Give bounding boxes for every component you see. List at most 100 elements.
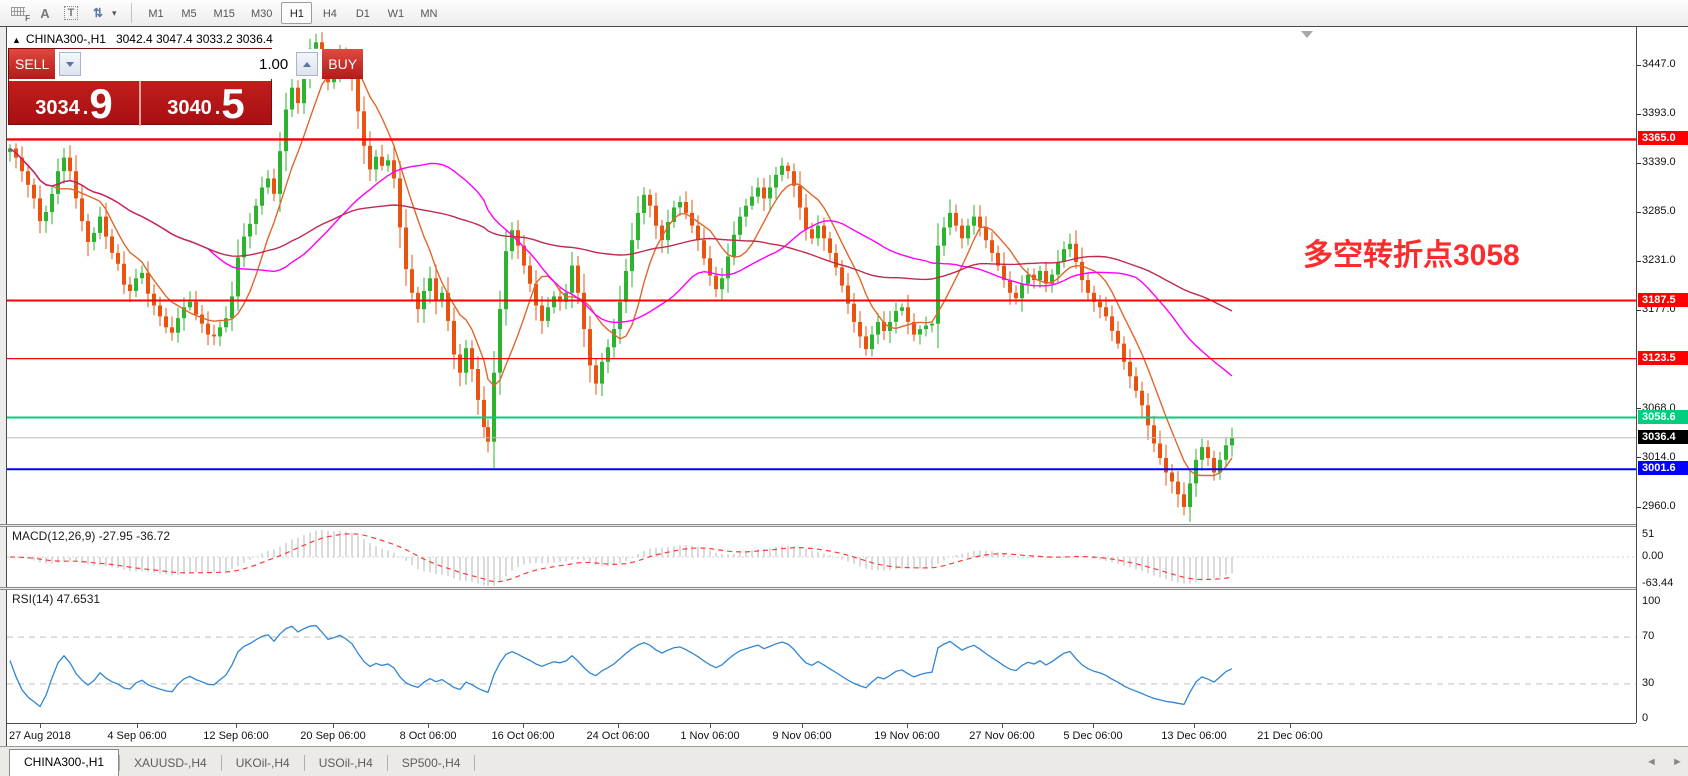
date-label: 16 Oct 06:00 — [492, 730, 555, 742]
timeframe-button-h1[interactable]: H1 — [281, 2, 312, 24]
price-tick-label: 3285.0 — [1642, 205, 1676, 217]
date-tick-mark — [236, 724, 237, 728]
date-label: 24 Oct 06:00 — [587, 730, 650, 742]
volume-input[interactable] — [83, 49, 294, 79]
toolbar-separator — [131, 3, 132, 23]
timeframe-button-h4[interactable]: H4 — [314, 2, 345, 24]
timeframe-button-mn[interactable]: MN — [413, 2, 444, 24]
price-tick-label: 3339.0 — [1642, 156, 1676, 168]
mt4-window: F A T ⇅ ▾ M1M5M15M30H1H4D1W1MN ▲ CHINA300… — [0, 0, 1688, 776]
date-label: 19 Nov 06:00 — [874, 730, 939, 742]
rsi-label: RSI(14) 47.6531 — [12, 592, 100, 606]
text-label-icon[interactable]: A — [32, 2, 58, 24]
rsi-tick-label: 70 — [1642, 630, 1654, 642]
axis-tick-mark — [1637, 310, 1641, 311]
date-label: 5 Dec 06:00 — [1063, 730, 1122, 742]
axis-tick-mark — [1637, 261, 1641, 262]
date-label: 27 Nov 06:00 — [969, 730, 1034, 742]
axis-tick-mark — [1637, 65, 1641, 66]
crosshair-grid-icon[interactable]: F — [6, 2, 32, 24]
tab-xauusd-h4[interactable]: XAUUSD-,H4 — [120, 752, 221, 776]
caret-up-icon — [303, 62, 311, 67]
tab-ukoil-h4[interactable]: UKOil-,H4 — [222, 752, 304, 776]
window-border-left — [0, 27, 7, 746]
chart-title: ▲CHINA300-,H13042.4 3047.4 3033.2 3036.4 — [12, 32, 273, 46]
toolbar: F A T ⇅ ▾ M1M5M15M30H1H4D1W1MN — [0, 0, 1688, 26]
macd-histogram — [10, 530, 1232, 586]
tab-scroll-left-icon[interactable]: ◄ — [1646, 756, 1657, 768]
date-tick-mark — [710, 724, 711, 728]
price-tick-label: 3231.0 — [1642, 254, 1676, 266]
chart-annotation[interactable]: 多空转折点3058 — [1303, 230, 1520, 274]
date-label: 20 Sep 06:00 — [300, 730, 365, 742]
rsi-value: 47.6531 — [57, 592, 100, 606]
arrange-objects-icon[interactable]: ⇅ — [84, 2, 110, 24]
macd-values: -27.95 -36.72 — [99, 529, 170, 543]
date-tick-mark — [428, 724, 429, 728]
rsi-tick-label: 0 — [1642, 712, 1648, 724]
rsi-panel[interactable] — [7, 590, 1636, 723]
tab-separator — [474, 755, 475, 771]
timeframe-button-m30[interactable]: M30 — [244, 2, 279, 24]
volume-decrease-button[interactable] — [59, 52, 81, 76]
price-tick-label: 3393.0 — [1642, 107, 1676, 119]
axis-tick-mark — [1637, 507, 1641, 508]
date-tick-mark — [333, 724, 334, 728]
date-tick-mark — [40, 724, 41, 728]
timeframe-button-d1[interactable]: D1 — [347, 2, 378, 24]
timeframe-button-w1[interactable]: W1 — [380, 2, 411, 24]
date-tick-mark — [1002, 724, 1003, 728]
date-tick-mark — [1194, 724, 1195, 728]
macd-tick-label: 0.00 — [1642, 550, 1663, 562]
ma-line-slow[interactable] — [10, 149, 1232, 312]
axis-tick-mark — [1637, 457, 1641, 458]
grid-glyph: F — [11, 7, 27, 19]
volume-control — [55, 49, 322, 79]
tab-sp500-h4[interactable]: SP500-,H4 — [388, 752, 475, 776]
volume-increase-button[interactable] — [296, 52, 318, 76]
rsi-line — [10, 626, 1232, 707]
sell-price[interactable]: 3034.9 — [9, 81, 139, 126]
timeframe-button-m1[interactable]: M1 — [141, 2, 172, 24]
tab-scroll-right-icon[interactable]: ► — [1672, 756, 1683, 768]
dropdown-caret-icon[interactable]: ▾ — [112, 8, 117, 19]
date-tick-mark — [618, 724, 619, 728]
date-tick-mark — [1093, 724, 1094, 728]
date-label: 13 Dec 06:00 — [1161, 730, 1226, 742]
price-axis: 3447.03393.03339.03285.03231.03177.03068… — [1636, 27, 1688, 723]
price-tick-label: 2960.0 — [1642, 500, 1676, 512]
date-tick-mark — [137, 724, 138, 728]
one-click-trading-panel: SELL BUY 3034.9 3040.5 — [8, 48, 272, 125]
axis-tick-mark — [1637, 114, 1641, 115]
price-tick-label: 3447.0 — [1642, 58, 1676, 70]
price-line-label: 3365.0 — [1638, 131, 1688, 145]
axis-tick-mark — [1637, 212, 1641, 213]
buy-button[interactable]: BUY — [322, 49, 363, 79]
chart-tab-bar: ◄ ► CHINA300-,H1XAUUSD-,H4UKOil-,H4USOil… — [0, 746, 1688, 776]
buy-price[interactable]: 3040.5 — [141, 81, 271, 126]
date-axis: 27 Aug 20184 Sep 06:0012 Sep 06:0020 Sep… — [7, 723, 1636, 746]
macd-tick-label: 51 — [1642, 528, 1654, 540]
caret-down-icon — [66, 62, 74, 67]
timeframe-button-m5[interactable]: M5 — [174, 2, 205, 24]
macd-tick-label: -63.44 — [1642, 577, 1673, 589]
timeframe-button-m15[interactable]: M15 — [207, 2, 242, 24]
chart-symbol: CHINA300-,H1 — [26, 32, 106, 46]
collapse-arrow-icon[interactable]: ▲ — [12, 35, 21, 45]
date-label: 1 Nov 06:00 — [680, 730, 739, 742]
date-tick-mark — [802, 724, 803, 728]
date-label: 21 Dec 06:00 — [1257, 730, 1322, 742]
price-line-label: 3001.6 — [1638, 461, 1688, 475]
rsi-tick-label: 30 — [1642, 677, 1654, 689]
price-line-label: 3187.5 — [1638, 293, 1688, 307]
macd-panel[interactable] — [7, 527, 1636, 587]
text-box-icon[interactable]: T — [58, 2, 84, 24]
tab-usoil-h4[interactable]: USOil-,H4 — [305, 752, 387, 776]
date-label: 8 Oct 06:00 — [400, 730, 457, 742]
chart-shift-marker-icon[interactable] — [1301, 31, 1313, 38]
tab-china300-h1[interactable]: CHINA300-,H1 — [9, 749, 119, 776]
sell-button[interactable]: SELL — [9, 49, 55, 79]
price-line-label: 3058.6 — [1638, 410, 1688, 424]
rsi-tick-label: 100 — [1642, 595, 1660, 607]
date-tick-mark — [907, 724, 908, 728]
